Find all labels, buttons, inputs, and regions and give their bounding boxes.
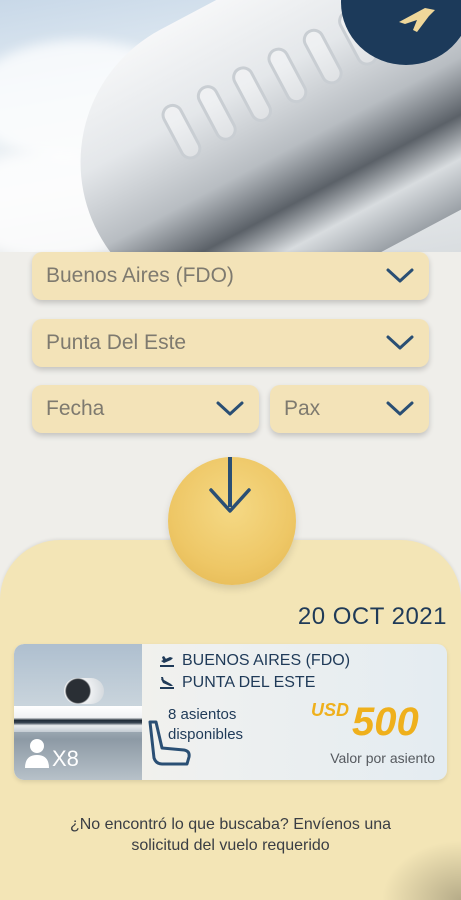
price-note: Valor por asiento xyxy=(330,750,435,766)
person-icon xyxy=(25,739,49,768)
route-destination-text: PUNTA DEL ESTE xyxy=(182,674,316,691)
help-line-1: ¿No encontró lo que buscaba? Envíenos un… xyxy=(69,816,392,833)
search-button[interactable] xyxy=(168,457,296,585)
aircraft-window xyxy=(263,43,312,108)
aircraft-window xyxy=(228,62,276,126)
destination-value: Punta Del Este xyxy=(46,331,187,354)
pax-select[interactable]: Pax xyxy=(270,385,429,433)
help-line-2: solicitud del vuelo requerido xyxy=(131,837,330,854)
flight-date: 20 OCT 2021 xyxy=(297,603,447,630)
aircraft-window xyxy=(192,81,241,145)
plane-badge-icon xyxy=(399,8,435,32)
date-select[interactable]: Fecha xyxy=(32,385,259,433)
aircraft-window xyxy=(157,100,206,164)
chevron-down-icon xyxy=(216,401,244,416)
chevron-down-icon xyxy=(386,268,414,283)
price-value: 500 xyxy=(352,700,419,744)
destination-select[interactable]: Punta Del Este xyxy=(32,319,429,367)
capacity-label: X8 xyxy=(52,746,79,771)
chevron-down-icon xyxy=(386,335,414,350)
date-placeholder: Fecha xyxy=(46,397,105,420)
departure-icon xyxy=(160,656,174,667)
arrow-down-icon xyxy=(209,488,251,513)
chevron-down-icon xyxy=(386,401,414,416)
origin-select[interactable]: Buenos Aires (FDO) xyxy=(32,252,429,300)
route-origin: BUENOS AIRES (FDO) xyxy=(160,652,350,670)
route-origin-text: BUENOS AIRES (FDO) xyxy=(182,652,351,669)
seats-line-1: 8 asientos xyxy=(168,706,237,723)
available-seats: 8 asientos disponibles xyxy=(168,705,278,745)
jet-engine xyxy=(64,678,104,704)
jet-body xyxy=(14,706,142,732)
request-flight-link[interactable]: ¿No encontró lo que buscaba? Envíenos un… xyxy=(20,814,441,856)
arrival-icon xyxy=(160,677,174,689)
seats-line-2: disponibles xyxy=(168,726,244,743)
currency-label: USD xyxy=(311,700,350,720)
origin-value: Buenos Aires (FDO) xyxy=(46,264,234,287)
pax-placeholder: Pax xyxy=(284,397,321,420)
aircraft-photo: X8 xyxy=(14,644,142,780)
hero-image xyxy=(0,0,461,252)
route-destination: PUNTA DEL ESTE xyxy=(160,674,315,692)
aircraft-window xyxy=(298,24,347,89)
